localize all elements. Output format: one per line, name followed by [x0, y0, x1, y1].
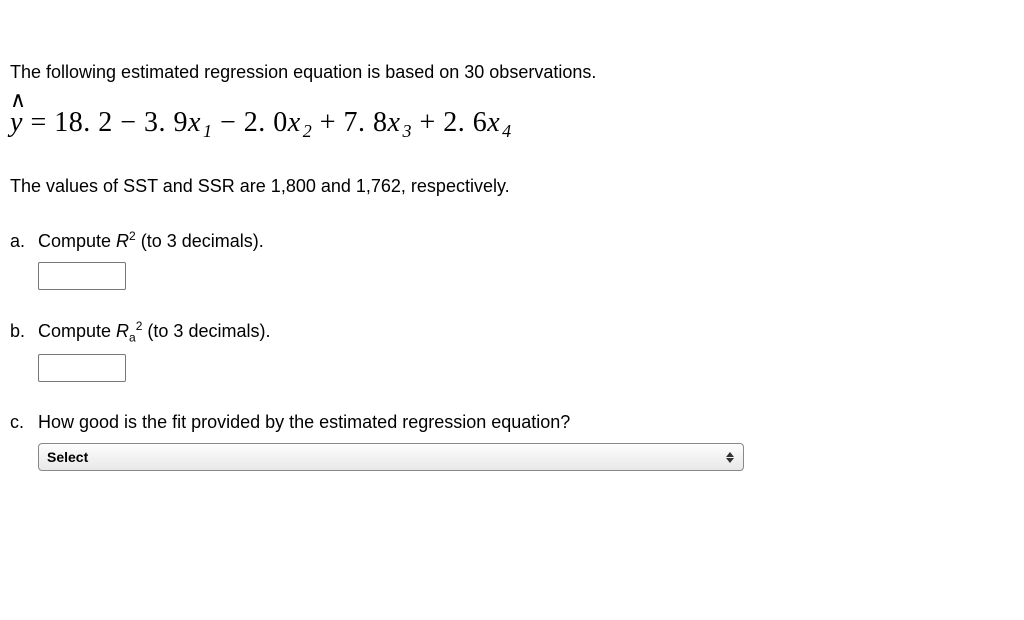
qb-post: (to 3 decimals). [142, 321, 270, 341]
r2-input[interactable] [38, 262, 126, 290]
coef-x3: 7. 8 [344, 107, 388, 138]
qa-post: (to 3 decimals). [136, 231, 264, 251]
select-placeholder-text: Select [47, 448, 88, 468]
x1-symbol: x [188, 107, 201, 138]
qa-exponent: 2 [129, 229, 136, 243]
intro-text: The following estimated regression equat… [10, 60, 1014, 85]
question-a-row: a. Compute R2 (to 3 decimals). [10, 228, 1014, 254]
equals-sign: = [30, 107, 54, 138]
qb-sub-a: a [129, 330, 136, 344]
stepper-arrows-icon [723, 448, 737, 466]
regression-equation: ∧ y = 18. 2 − 3. 9x1 − 2. 0x2 + 7. 8x3 +… [10, 103, 1014, 144]
x3-symbol: x [388, 107, 401, 138]
op-plus-1: + [320, 107, 344, 138]
coef-x2: 2. 0 [244, 107, 288, 138]
x2-symbol: x [288, 107, 301, 138]
qb-r-symbol: R [116, 321, 129, 341]
question-b-row: b. Compute Ra2 (to 3 decimals). [10, 318, 1014, 346]
y-hat-symbol: ∧ y [10, 103, 23, 142]
fit-select[interactable]: Select [38, 443, 744, 471]
op-minus-2: − [220, 107, 244, 138]
hat-caret-icon: ∧ [10, 85, 27, 116]
sub-1: 1 [203, 121, 213, 141]
sub-3: 3 [402, 121, 412, 141]
qa-text: Compute R2 (to 3 decimals). [38, 228, 264, 254]
sub-4: 4 [502, 121, 512, 141]
sst-ssr-text: The values of SST and SSR are 1,800 and … [10, 174, 1014, 199]
op-plus-2: + [419, 107, 443, 138]
sub-2: 2 [303, 121, 313, 141]
coef-intercept: 18. 2 [54, 107, 113, 138]
qb-pre: Compute [38, 321, 116, 341]
op-minus-1: − [120, 107, 144, 138]
qa-letter: a. [10, 229, 38, 254]
qc-letter: c. [10, 410, 38, 435]
qa-pre: Compute [38, 231, 116, 251]
coef-x1: 3. 9 [144, 107, 188, 138]
coef-x4: 2. 6 [443, 107, 487, 138]
x4-symbol: x [487, 107, 500, 138]
ra2-input[interactable] [38, 354, 126, 382]
qa-r-symbol: R [116, 231, 129, 251]
question-c-row: c. How good is the fit provided by the e… [10, 410, 1014, 435]
qb-text: Compute Ra2 (to 3 decimals). [38, 318, 270, 346]
qb-letter: b. [10, 319, 38, 344]
qc-text: How good is the fit provided by the esti… [38, 410, 570, 435]
